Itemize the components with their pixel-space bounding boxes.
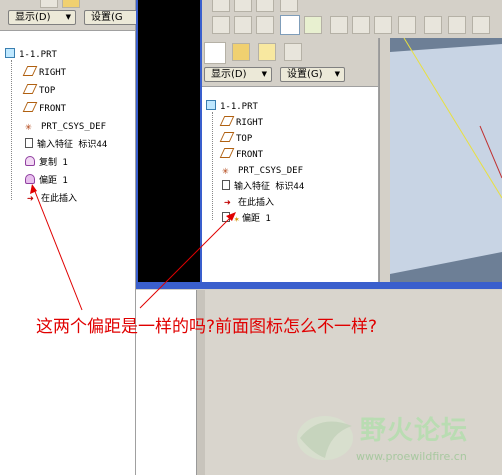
import-feature-icon	[25, 138, 33, 148]
inset-tree-item-right[interactable]: RIGHT	[219, 115, 263, 131]
left-tree-item-copy[interactable]: 复制 1	[25, 155, 68, 171]
offset-surface-icon	[25, 174, 35, 184]
chevron-down-icon: ▼	[334, 70, 340, 78]
toolbar-button[interactable]	[330, 16, 348, 34]
toolbar-button[interactable]	[398, 16, 416, 34]
toolbar-button[interactable]	[448, 16, 466, 34]
left-button-bar: 显示(D) ▼ 设置(G	[0, 8, 144, 31]
chevron-down-icon: ▼	[65, 13, 71, 21]
yellow-edge-line	[403, 38, 502, 199]
inset-black-region	[138, 0, 200, 282]
datum-plane-icon	[219, 132, 235, 142]
red-edge-line	[479, 125, 502, 179]
inset-navigator-tabs	[202, 38, 378, 64]
left-tree-item-part[interactable]: 1-1.PRT	[5, 47, 57, 63]
part-icon	[206, 100, 216, 110]
chevron-down-icon: ▼	[261, 70, 267, 78]
toolbar-button[interactable]	[304, 16, 322, 34]
left-toolbar-button-2[interactable]	[62, 0, 80, 8]
connections-tab-icon[interactable]	[284, 43, 302, 61]
toolbar-button[interactable]	[212, 0, 230, 12]
tree-connector-line	[11, 60, 12, 200]
inset-tree-item-top[interactable]: TOP	[219, 131, 252, 147]
left-settings-button-label: 设置(G	[91, 12, 123, 23]
datum-plane-icon	[219, 148, 235, 158]
datum-plane-icon	[22, 66, 38, 76]
left-display-button-label: 显示(D)	[15, 12, 51, 23]
left-tree-item-csys[interactable]: ✳ PRT_CSYS_DEF	[25, 119, 106, 135]
inset-bottom-border	[136, 282, 502, 289]
toolbar-button[interactable]	[352, 16, 370, 34]
watermark-title: 野火论坛	[360, 416, 469, 446]
datum-plane-icon	[22, 102, 38, 112]
favorites-tab-icon[interactable]	[258, 43, 276, 61]
toolbar-button[interactable]	[256, 16, 274, 34]
left-display-button[interactable]: 显示(D) ▼	[8, 10, 76, 25]
left-tree-item-right[interactable]: RIGHT	[22, 65, 66, 81]
toolbar-button[interactable]	[234, 0, 252, 12]
toolbar-button[interactable]	[472, 16, 490, 34]
inset-toolbar	[202, 0, 502, 38]
import-feature-icon	[222, 180, 230, 190]
left-tree-item-front[interactable]: FRONT	[22, 101, 66, 117]
inset-tree-item-front[interactable]: FRONT	[219, 147, 263, 163]
left-tree-item-top[interactable]: TOP	[22, 83, 55, 99]
watermark-url: www.proewildfire.cn	[356, 450, 467, 463]
toolbar-button[interactable]	[234, 16, 252, 34]
csys-icon: ✳	[25, 120, 32, 133]
inset-tree-item-import[interactable]: 输入特征 标识44	[222, 179, 304, 195]
surface-dark-edge	[390, 38, 502, 52]
toolbar-button[interactable]	[212, 16, 230, 34]
folder-tab-icon[interactable]	[232, 43, 250, 61]
inset-graphics-viewport[interactable]	[390, 38, 502, 282]
toolbar-button[interactable]	[280, 15, 300, 35]
datum-plane-icon	[22, 84, 38, 94]
datum-plane-icon	[219, 116, 235, 126]
part-icon	[5, 48, 15, 58]
csys-icon: ✳	[222, 164, 229, 177]
toolbar-button[interactable]	[374, 16, 392, 34]
copy-surface-icon	[25, 156, 35, 166]
left-settings-button[interactable]: 设置(G	[84, 10, 144, 25]
left-toolbar-button-1[interactable]	[40, 0, 58, 8]
left-tree-item-import[interactable]: 输入特征 标识44	[25, 137, 107, 153]
toolbar-button[interactable]	[424, 16, 442, 34]
inset-divider[interactable]	[379, 38, 390, 282]
inset-settings-button[interactable]: 设置(G) ▼	[280, 67, 345, 82]
left-tree-item-insert-here[interactable]: ➜ 在此插入	[27, 191, 77, 207]
inset-tree-item-insert-here[interactable]: ➜ 在此插入	[224, 195, 274, 211]
inset-tree-item-part[interactable]: 1-1.PRT	[206, 99, 258, 115]
inset-display-button-label: 显示(D)	[211, 69, 247, 80]
toolbar-button[interactable]	[280, 0, 298, 12]
surface-bottom-edge	[390, 252, 502, 282]
tree-connector-line	[212, 112, 213, 220]
offset-surface-icon	[222, 212, 230, 222]
inset-window: 显示(D) ▼ 设置(G) ▼ 1-1.PRT RIGHT TOP FRONT …	[136, 0, 502, 289]
left-tree-item-offset[interactable]: 偏距 1	[25, 173, 68, 189]
inset-model-tree-panel: 显示(D) ▼ 设置(G) ▼ 1-1.PRT RIGHT TOP FRONT …	[202, 38, 379, 282]
suppressed-star-icon: ✶	[234, 215, 240, 225]
inset-settings-button-label: 设置(G)	[287, 69, 323, 80]
viewport-geometry	[390, 38, 502, 282]
inset-display-button[interactable]: 显示(D) ▼	[204, 67, 272, 82]
forum-watermark: 野火论坛 www.proewildfire.cn	[290, 406, 502, 475]
left-toolbar-strip	[0, 0, 135, 8]
insert-here-arrow-icon: ➜	[27, 192, 34, 205]
model-tree-tab-icon[interactable]	[204, 42, 226, 64]
left-model-tree-panel: 显示(D) ▼ 设置(G 1-1.PRT RIGHT TOP FRONT ✳ PR…	[0, 0, 144, 475]
bird-logo-icon	[297, 416, 353, 460]
inset-tree-item-offset[interactable]: ✶ 偏距 1	[222, 211, 271, 227]
annotation-question-text: 这两个偏距是一样的吗?前面图标怎么不一样?	[36, 317, 378, 337]
inset-tree-item-csys[interactable]: ✳ PRT_CSYS_DEF	[222, 163, 303, 179]
toolbar-button[interactable]	[256, 0, 274, 12]
inset-button-bar: 显示(D) ▼ 设置(G) ▼	[202, 64, 378, 87]
insert-here-arrow-icon: ➜	[224, 196, 231, 209]
